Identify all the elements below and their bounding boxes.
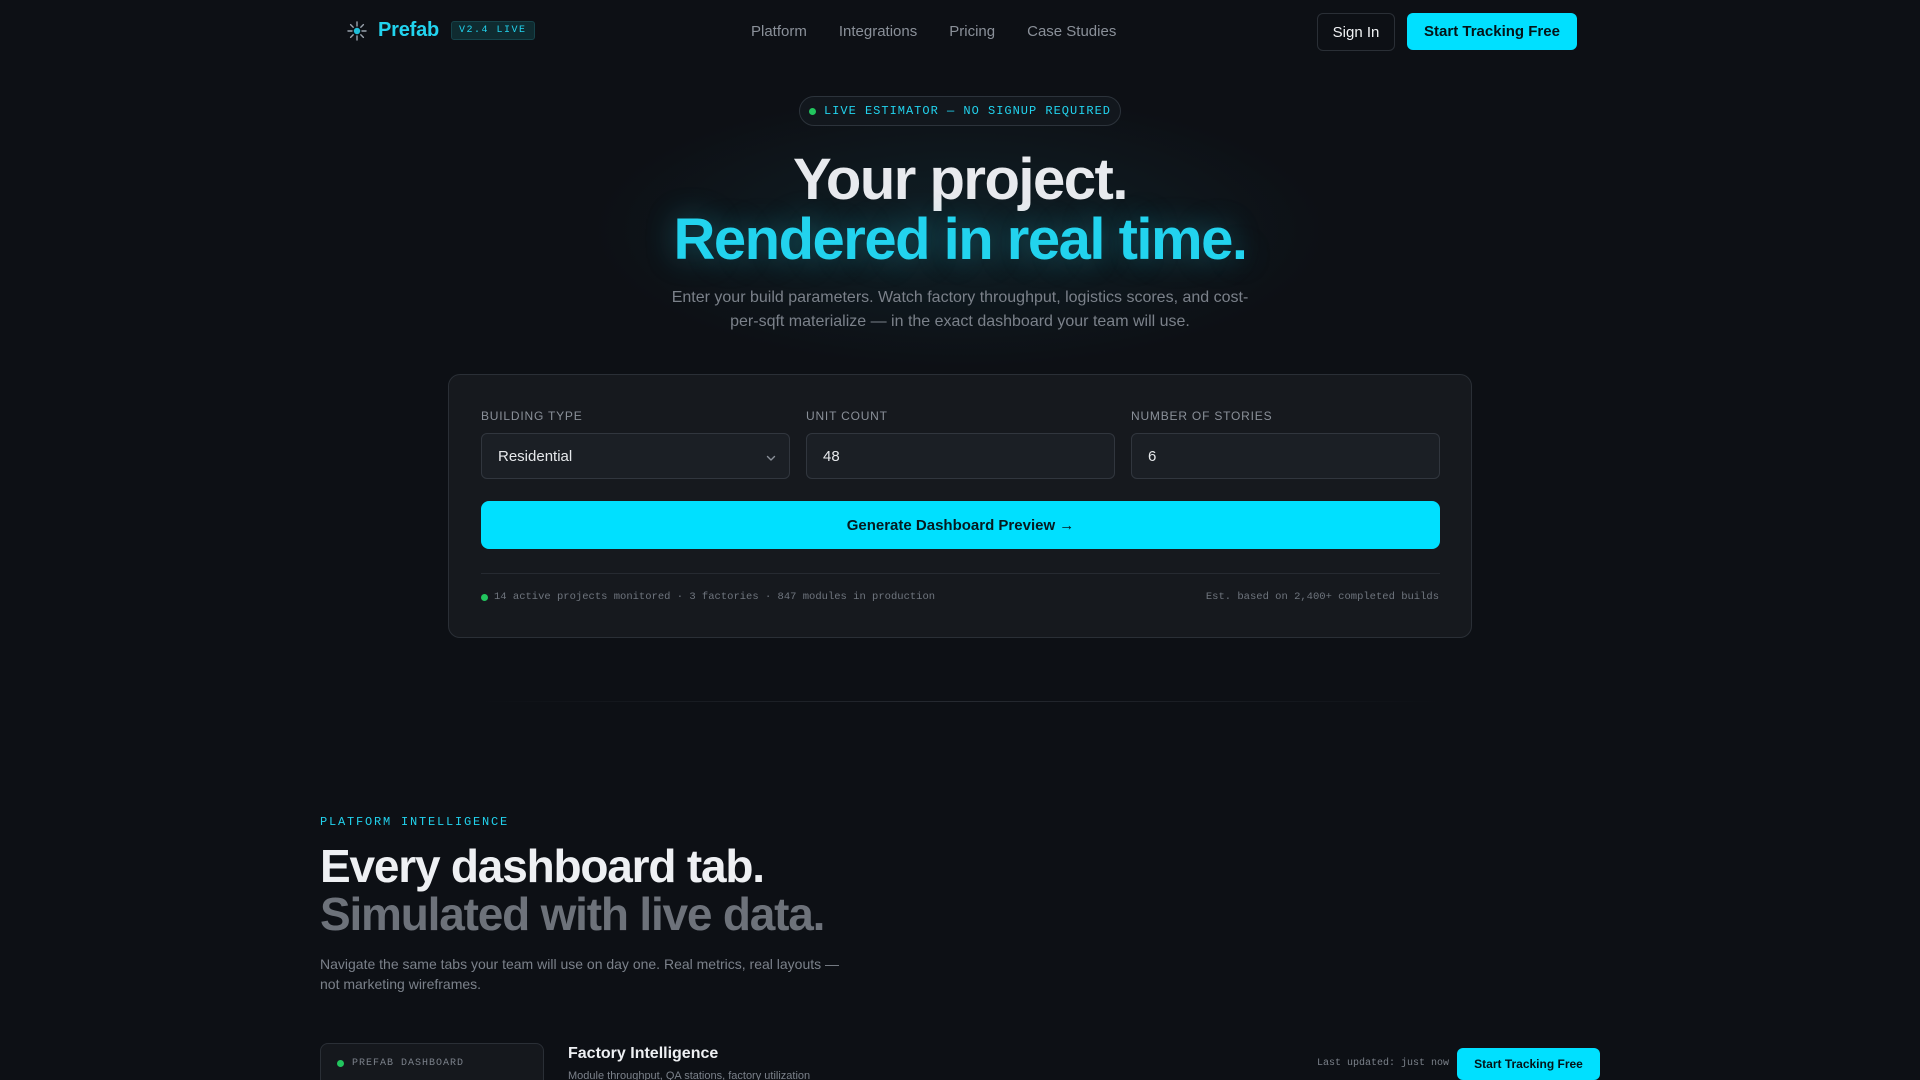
section-divider <box>480 701 1440 702</box>
live-pill-label: LIVE ESTIMATOR — NO SIGNUP REQUIRED <box>823 104 1112 118</box>
prefab-dashboard-tab[interactable]: PREFAB DASHBOARD <box>320 1043 544 1080</box>
hero-title-line1: Your project. <box>793 147 1128 212</box>
building-type-value: Residential <box>498 447 573 465</box>
nav-link-platform[interactable]: Platform <box>751 23 807 40</box>
estimator-stats-text: 14 active projects monitored · 3 factori… <box>494 591 936 603</box>
brand-name: Prefab <box>378 19 440 41</box>
factory-intelligence-subtitle: Module throughput, QA stations, factory … <box>568 1070 811 1080</box>
live-dot-icon <box>481 593 488 601</box>
live-dot-icon <box>337 1060 344 1067</box>
platform-subtitle: Navigate the same tabs your team will us… <box>320 956 840 992</box>
nav-link-pricing[interactable]: Pricing <box>949 23 995 40</box>
unit-count-label: UNIT COUNT <box>806 409 888 423</box>
brand[interactable]: Prefab V2.4 LIVE <box>346 19 535 42</box>
spark-logo-icon <box>346 20 368 42</box>
stories-input[interactable]: 6 <box>1131 433 1440 479</box>
estimator-card: BUILDING TYPE Residential UNIT COUNT 48 … <box>448 374 1472 638</box>
stories-field: NUMBER OF STORIES 6 <box>1131 409 1440 479</box>
stories-value: 6 <box>1148 447 1157 465</box>
hero-title-line2: Rendered in real time. <box>673 207 1248 272</box>
top-nav: Prefab V2.4 LIVE Platform Integrations P… <box>0 0 1920 64</box>
building-type-field: BUILDING TYPE Residential <box>481 409 790 479</box>
building-type-select[interactable]: Residential <box>481 433 790 479</box>
estimator-note: Est. based on 2,400+ completed builds <box>1205 591 1439 603</box>
start-tracking-free-button[interactable]: Start Tracking Free <box>1407 13 1577 50</box>
building-type-label: BUILDING TYPE <box>481 409 583 423</box>
stories-label: NUMBER OF STORIES <box>1131 409 1273 423</box>
platform-eyebrow: PLATFORM INTELLIGENCE <box>320 815 510 829</box>
live-estimator-pill: LIVE ESTIMATOR — NO SIGNUP REQUIRED <box>799 96 1121 126</box>
unit-count-field: UNIT COUNT 48 <box>806 409 1115 479</box>
nav-links: Platform Integrations Pricing Case Studi… <box>751 23 1116 40</box>
platform-title-line2: Simulated with live data. <box>320 888 825 940</box>
last-updated: Last updated: just now <box>1317 1058 1450 1069</box>
card-divider <box>481 573 1440 574</box>
start-tracking-free-button-secondary[interactable]: Start Tracking Free <box>1457 1048 1600 1080</box>
unit-count-value: 48 <box>823 447 840 465</box>
dashboard-tab-label: PREFAB DASHBOARD <box>352 1058 465 1069</box>
nav-link-integrations[interactable]: Integrations <box>839 23 917 40</box>
version-badge: V2.4 LIVE <box>451 21 535 40</box>
live-dot-icon <box>808 107 816 115</box>
estimator-stats: 14 active projects monitored · 3 factori… <box>481 591 935 603</box>
hero-subtitle: Enter your build parameters. Watch facto… <box>671 289 1249 330</box>
generate-dashboard-button[interactable]: Generate Dashboard Preview → <box>481 501 1440 549</box>
sign-in-button[interactable]: Sign In <box>1317 13 1395 51</box>
unit-count-input[interactable]: 48 <box>806 433 1115 479</box>
chevron-down-icon <box>765 451 777 468</box>
factory-intelligence-title: Factory Intelligence <box>568 1045 719 1062</box>
nav-link-case-studies[interactable]: Case Studies <box>1027 23 1116 40</box>
